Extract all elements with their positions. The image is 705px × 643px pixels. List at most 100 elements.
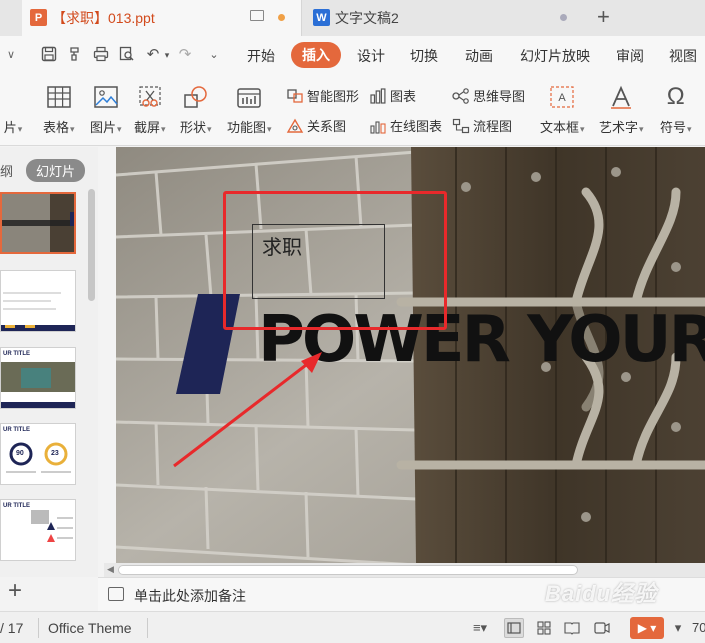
slide-sorter-icon[interactable] [534, 618, 554, 638]
tab-document-word[interactable]: W 文字文稿2 [305, 0, 580, 36]
tool-label: 图片 [90, 117, 122, 136]
slide-canvas[interactable]: POWER YOUR 求职 [116, 147, 705, 563]
slide-horizontal-scrollbar[interactable]: ◀ [104, 563, 705, 577]
mindmap-button[interactable]: 思维导图 [452, 86, 525, 105]
shape-button[interactable]: 形状 [180, 84, 212, 136]
thumb-title: UR TITLE [3, 427, 30, 433]
menu-insert[interactable]: 插入 [291, 42, 341, 68]
picture-button[interactable]: 图片 [90, 84, 122, 136]
scissors-icon [137, 84, 163, 110]
flowchart-icon [452, 117, 470, 135]
chevron-down-icon[interactable]: ∨ [7, 48, 15, 61]
notes-icon [108, 587, 124, 601]
thumbnail-scrollbar[interactable] [88, 189, 95, 301]
tab-slides[interactable]: 幻灯片 [26, 159, 86, 182]
smart-shape-button[interactable]: 智能图形 [286, 86, 359, 105]
wordart-button[interactable]: 艺术字 [599, 84, 644, 136]
slide-thumbnail-4[interactable]: UR TITLE 90 23 [0, 423, 76, 485]
reading-view-icon[interactable] [562, 618, 582, 638]
relation-icon [286, 117, 304, 135]
add-slide-plus-icon[interactable]: + [8, 577, 22, 605]
tool-label: 片 [4, 117, 23, 136]
zoom-level[interactable]: 70 [692, 620, 705, 635]
zoom-dropdown-icon[interactable]: ▾ [668, 618, 688, 638]
online-chart-icon [369, 117, 387, 135]
format-painter-icon[interactable] [66, 46, 84, 64]
menu-review[interactable]: 审阅 [616, 46, 644, 66]
mindmap-icon [452, 87, 470, 105]
new-tab-plus-icon[interactable]: + [597, 6, 610, 28]
flowchart-button[interactable]: 流程图 [452, 116, 512, 135]
customize-quick-access-icon[interactable]: ⌄ [205, 46, 223, 64]
tool-label: 截屏 [134, 117, 166, 136]
tab-document-ppt[interactable]: P 【求职】013.ppt [22, 0, 302, 36]
divider [147, 618, 148, 638]
omega-icon: Ω [666, 83, 685, 110]
tool-label: 功能图 [227, 117, 272, 136]
notes-placeholder[interactable]: 单击此处添加备注 [134, 586, 246, 606]
tool-label: 思维导图 [473, 89, 526, 104]
menu-home[interactable]: 开始 [247, 46, 275, 66]
slide-thumbnail-1[interactable] [0, 192, 76, 254]
print-icon[interactable] [92, 46, 110, 64]
tool-label: 流程图 [473, 119, 513, 134]
notes-toggle-icon[interactable]: ≡▾ [470, 618, 490, 638]
screenshot-button[interactable]: 截屏 [134, 84, 166, 136]
monitor-icon[interactable] [250, 10, 264, 21]
unsaved-dot-icon [278, 14, 285, 21]
tool-label: 图表 [390, 89, 417, 104]
textbox-button[interactable]: A 文本框 [540, 84, 585, 136]
slide-thumbnail-3[interactable]: UR TITLE [0, 347, 76, 409]
divider [38, 618, 39, 638]
slide-thumbnail-panel: 纲 幻灯片 UR TITLE UR TITLE 90 23 UR TITLE + [0, 147, 98, 604]
picture-icon [93, 84, 119, 110]
bar-chart-icon [369, 87, 387, 105]
tool-label: 文本框 [540, 117, 585, 136]
insert-toolbar: 片 表格 图片 截屏 形状 功能图 智能图形 图表 [0, 76, 705, 146]
table-button[interactable]: 表格 [43, 84, 75, 136]
tool-label: 在线图表 [390, 119, 443, 134]
tool-label: 智能图形 [307, 89, 360, 104]
thumb-title: UR TITLE [3, 503, 30, 509]
function-chart-button[interactable]: 功能图 [227, 84, 272, 136]
baidu-watermark: Baidu经验 [545, 581, 658, 606]
tool-label: 形状 [180, 117, 212, 136]
tab-title: 【求职】013.ppt [52, 10, 155, 26]
redo-icon[interactable]: ↷ [176, 46, 194, 64]
tab-outline[interactable]: 纲 [0, 161, 13, 180]
page-count: / 17 [0, 620, 24, 636]
tool-label: 表格 [43, 117, 75, 136]
picture-partial-button[interactable]: 片 [0, 84, 26, 136]
theme-name[interactable]: Office Theme [48, 620, 132, 636]
menu-slideshow[interactable]: 幻灯片放映 [520, 46, 590, 66]
smart-shape-icon [286, 87, 304, 105]
menu-animation[interactable]: 动画 [465, 46, 493, 66]
kpi-value: 23 [51, 450, 59, 457]
chart-button[interactable]: 图表 [369, 86, 416, 105]
symbol-button[interactable]: Ω 符号 [660, 83, 692, 136]
menu-design[interactable]: 设计 [357, 46, 385, 66]
wps-presentation-icon: P [30, 9, 47, 26]
menu-transition[interactable]: 切换 [410, 46, 438, 66]
textbox-icon: A [549, 84, 575, 110]
menu-view[interactable]: 视图 [669, 46, 697, 66]
save-icon[interactable] [40, 46, 58, 64]
print-preview-icon[interactable] [118, 46, 136, 64]
video-record-icon[interactable] [592, 618, 612, 638]
scrollbar-thumb[interactable] [118, 565, 578, 575]
slide-thumbnail-5[interactable]: UR TITLE [0, 499, 76, 561]
online-chart-button[interactable]: 在线图表 [369, 116, 442, 135]
scroll-left-icon[interactable]: ◀ [107, 564, 114, 575]
play-slideshow-button[interactable]: ▶ ▾ [630, 617, 664, 639]
undo-dropdown-icon[interactable]: ▾ [158, 46, 176, 64]
title-tab-bar: P 【求职】013.ppt W 文字文稿2 + [0, 0, 705, 36]
slide-thumbnail-2[interactable] [0, 270, 76, 332]
relation-chart-button[interactable]: 关系图 [286, 116, 346, 135]
shapes-icon [183, 84, 209, 110]
tool-label: 艺术字 [599, 117, 644, 136]
tab-title: 文字文稿2 [335, 10, 399, 26]
normal-view-icon[interactable] [504, 618, 524, 638]
table-icon [46, 84, 72, 110]
function-chart-icon [236, 84, 262, 110]
tool-label: 符号 [660, 117, 692, 136]
